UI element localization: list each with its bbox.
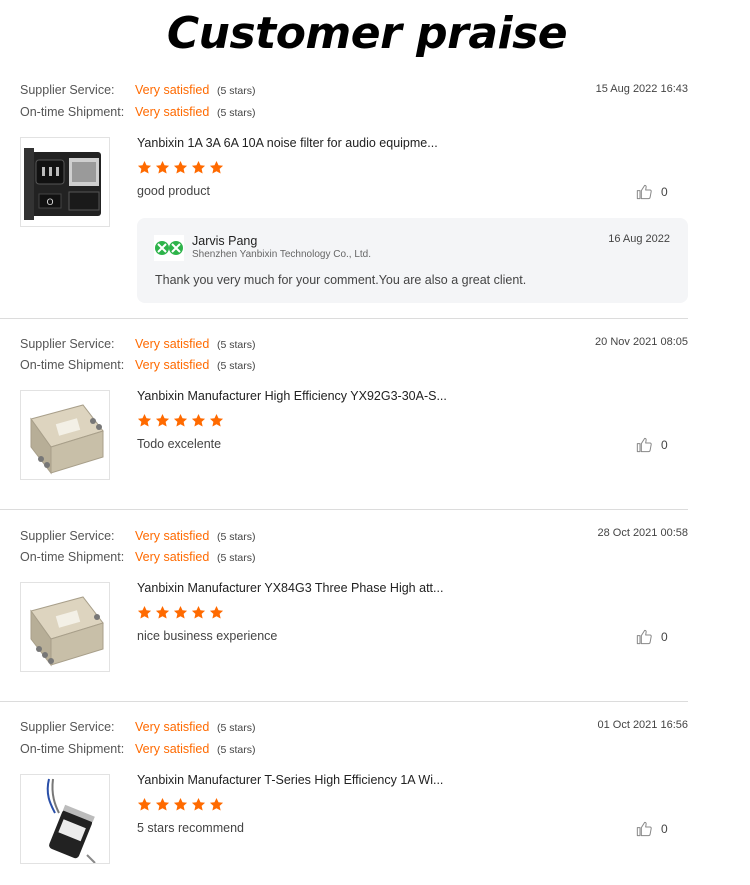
like-button[interactable]: 0	[636, 184, 668, 200]
star-icon	[209, 797, 224, 811]
star-icon	[137, 605, 152, 619]
star-icon	[209, 160, 224, 174]
reply-text: Thank you very much for your comment.You…	[155, 273, 527, 287]
shipment-rating: Very satisfied	[135, 550, 210, 564]
rating-stars	[137, 413, 224, 428]
product-thumbnail[interactable]	[20, 582, 110, 672]
thumbs-up-icon	[636, 437, 652, 453]
star-icon	[209, 605, 224, 619]
review-comment: nice business experience	[137, 629, 278, 643]
star-icon	[155, 797, 170, 811]
thumbs-up-icon	[636, 821, 652, 837]
thumbs-up-icon	[636, 184, 652, 200]
star-icon	[173, 605, 188, 619]
review-date: 28 Oct 2021 00:58	[597, 527, 688, 539]
supplier-service-rating: Very satisfied	[135, 529, 210, 543]
like-count: 0	[661, 630, 668, 644]
supplier-service-rating: Very satisfied	[135, 720, 210, 734]
star-icon	[173, 413, 188, 427]
star-icon	[137, 160, 152, 174]
star-icon	[137, 413, 152, 427]
supplier-reply: Jarvis Pang Shenzhen Yanbixin Technology…	[137, 218, 688, 303]
star-icon	[191, 413, 206, 427]
star-icon	[173, 797, 188, 811]
star-icon	[209, 413, 224, 427]
shipment-rating: Very satisfied	[135, 105, 210, 119]
supplier-service-rating: Very satisfied	[135, 83, 210, 97]
star-icon	[137, 797, 152, 811]
svg-text:O: O	[46, 198, 53, 208]
supplier-service-stars: (5 stars)	[217, 339, 256, 351]
product-thumbnail[interactable]	[20, 774, 110, 864]
product-name-link[interactable]: Yanbixin 1A 3A 6A 10A noise filter for a…	[137, 136, 438, 150]
shipment-label: On-time Shipment:	[20, 742, 125, 756]
like-count: 0	[661, 438, 668, 452]
product-name-link[interactable]: Yanbixin Manufacturer T-Series High Effi…	[137, 773, 443, 787]
star-icon	[191, 797, 206, 811]
divider	[0, 701, 688, 702]
review-date: 20 Nov 2021 08:05	[595, 336, 688, 348]
emi-filter-image	[30, 404, 104, 475]
shipment-stars: (5 stars)	[217, 360, 256, 372]
divider	[0, 318, 688, 319]
review-comment: good product	[137, 184, 210, 198]
supplier-service-rating: Very satisfied	[135, 337, 210, 351]
supplier-service-label: Supplier Service:	[20, 529, 115, 543]
star-icon	[191, 605, 206, 619]
star-icon	[155, 160, 170, 174]
product-thumbnail[interactable]	[20, 390, 110, 480]
supplier-service-stars: (5 stars)	[217, 531, 256, 543]
divider	[0, 509, 688, 510]
rating-stars	[137, 797, 224, 812]
shipment-rating: Very satisfied	[135, 358, 210, 372]
shipment-label: On-time Shipment:	[20, 550, 125, 564]
product-thumbnail[interactable]: O	[20, 137, 110, 227]
like-button[interactable]: 0	[636, 629, 668, 645]
supplier-service-label: Supplier Service:	[20, 337, 115, 351]
like-button[interactable]: 0	[636, 437, 668, 453]
product-name-link[interactable]: Yanbixin Manufacturer High Efficiency YX…	[137, 389, 447, 403]
shipment-rating: Very satisfied	[135, 742, 210, 756]
review-comment: 5 stars recommend	[137, 821, 244, 835]
shipment-label: On-time Shipment:	[20, 358, 125, 372]
thumbs-up-icon	[636, 629, 652, 645]
page-title: Customer praise	[166, 8, 568, 59]
reply-date: 16 Aug 2022	[608, 233, 670, 245]
shipment-stars: (5 stars)	[217, 552, 256, 564]
shipment-stars: (5 stars)	[217, 744, 256, 756]
like-button[interactable]: 0	[636, 821, 668, 837]
review-date: 01 Oct 2021 16:56	[597, 719, 688, 731]
star-icon	[155, 413, 170, 427]
like-count: 0	[661, 822, 668, 836]
shipment-label: On-time Shipment:	[20, 105, 125, 119]
star-icon	[173, 160, 188, 174]
rating-stars	[137, 160, 224, 175]
review-comment: Todo excelente	[137, 437, 222, 451]
power-inlet-filter-image: O	[24, 148, 101, 220]
supplier-service-stars: (5 stars)	[217, 722, 256, 734]
cylinder-filter-image	[46, 778, 96, 863]
reply-company: Shenzhen Yanbixin Technology Co., Ltd.	[192, 249, 372, 260]
star-icon	[155, 605, 170, 619]
like-count: 0	[661, 185, 668, 199]
supplier-service-label: Supplier Service:	[20, 83, 115, 97]
shipment-stars: (5 stars)	[217, 107, 256, 119]
review-date: 15 Aug 2022 16:43	[595, 83, 688, 95]
emi-filter-image	[30, 596, 104, 667]
supplier-service-stars: (5 stars)	[217, 85, 256, 97]
supplier-service-label: Supplier Service:	[20, 720, 115, 734]
star-icon	[191, 160, 206, 174]
reply-author: Jarvis Pang	[192, 234, 258, 248]
rating-stars	[137, 605, 224, 620]
company-logo-icon	[154, 235, 184, 261]
product-name-link[interactable]: Yanbixin Manufacturer YX84G3 Three Phase…	[137, 581, 443, 595]
